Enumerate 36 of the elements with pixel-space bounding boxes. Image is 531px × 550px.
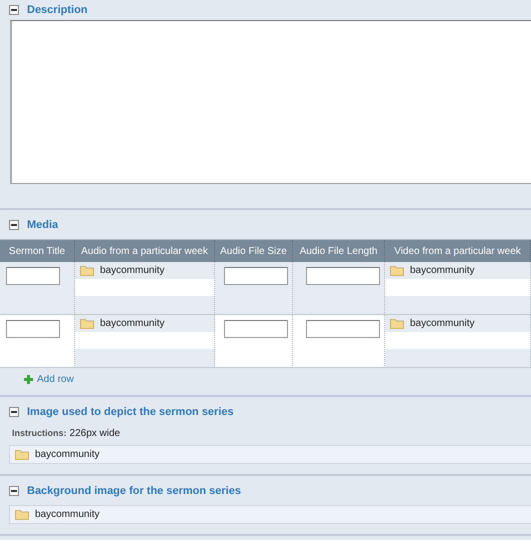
- section-title: Description: [27, 4, 88, 16]
- section-title: Background image for the sermon series: [27, 485, 241, 497]
- description-field[interactable]: [10, 20, 531, 184]
- folder-selector[interactable]: baycommunity: [9, 445, 531, 464]
- instructions-text: 226px wide: [70, 428, 120, 439]
- instructions-label: Instructions:: [12, 428, 67, 439]
- section-title: Media: [27, 219, 58, 231]
- file-size-input[interactable]: [224, 320, 288, 338]
- plus-icon: [24, 375, 33, 384]
- column-header: Audio File Length: [293, 240, 385, 262]
- folder-icon: [390, 265, 404, 276]
- column-header: Audio File Size: [215, 240, 293, 262]
- file-length-input[interactable]: [306, 320, 380, 338]
- folder-icon: [15, 449, 29, 460]
- file-size-input[interactable]: [224, 267, 288, 285]
- add-row-link[interactable]: Add row: [24, 374, 531, 385]
- collapse-toggle[interactable]: [9, 407, 19, 417]
- folder-icon: [80, 318, 94, 329]
- collapse-toggle[interactable]: [9, 220, 19, 230]
- column-header: Sermon Title: [0, 240, 75, 262]
- section-title: Image used to depict the sermon series: [27, 406, 234, 418]
- folder-icon: [15, 509, 29, 520]
- folder-name[interactable]: baycommunity: [100, 318, 164, 329]
- folder-name[interactable]: baycommunity: [410, 318, 474, 329]
- folder-selector[interactable]: baycommunity: [9, 505, 531, 524]
- file-length-input[interactable]: [306, 267, 380, 285]
- sermon-title-input[interactable]: [6, 267, 60, 285]
- folder-name[interactable]: baycommunity: [100, 265, 164, 276]
- column-header: Video from a particular week: [385, 240, 531, 262]
- collapse-toggle[interactable]: [9, 486, 19, 496]
- sermon-title-input[interactable]: [6, 320, 60, 338]
- folder-icon: [390, 318, 404, 329]
- column-header: Audio from a particular week: [75, 240, 215, 262]
- folder-icon: [80, 265, 94, 276]
- collapse-toggle[interactable]: [9, 5, 19, 15]
- folder-name[interactable]: baycommunity: [410, 265, 474, 276]
